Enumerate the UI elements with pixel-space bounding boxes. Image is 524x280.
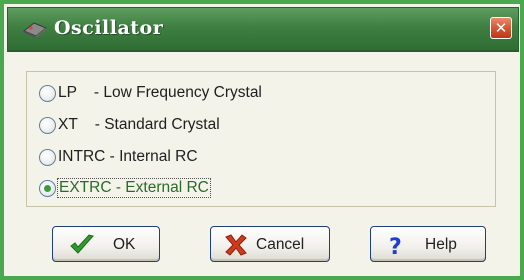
option-xt[interactable]: XT - Standard Crystal — [39, 112, 220, 138]
cancel-button-label: Cancel — [256, 236, 305, 253]
chip-icon — [23, 22, 47, 38]
radio-intrc[interactable] — [39, 148, 56, 166]
help-button[interactable]: ? Help — [370, 226, 486, 262]
radio-xt[interactable] — [39, 116, 56, 134]
window-title: Oscillator — [54, 17, 164, 39]
option-lp[interactable]: LP - Low Frequency Crystal — [39, 80, 262, 106]
option-intrc[interactable]: INTRC - Internal RC — [39, 144, 198, 170]
option-lp-label: LP - Low Frequency Crystal — [58, 84, 262, 101]
checkmark-icon — [70, 234, 94, 254]
option-extrc-label: EXTRC - External RC — [57, 178, 211, 198]
close-icon: ✕ — [494, 19, 508, 37]
radio-extrc[interactable] — [39, 179, 56, 197]
ok-button[interactable]: OK — [52, 226, 160, 262]
oscillator-options-group: LP - Low Frequency Crystal XT - Standard… — [26, 71, 496, 207]
svg-text:?: ? — [389, 235, 402, 257]
radio-lp[interactable] — [39, 84, 56, 102]
question-mark-icon: ? — [389, 235, 402, 257]
option-xt-label: XT - Standard Crystal — [58, 116, 220, 133]
option-extrc[interactable]: EXTRC - External RC — [39, 175, 211, 201]
ok-button-label: OK — [113, 236, 136, 253]
help-button-label: Help — [425, 236, 457, 253]
x-mark-icon — [225, 234, 247, 256]
cancel-button[interactable]: Cancel — [210, 226, 330, 262]
close-button[interactable]: ✕ — [490, 17, 512, 39]
title-bar[interactable]: Oscillator ✕ — [7, 7, 519, 52]
option-intrc-label: INTRC - Internal RC — [58, 148, 198, 165]
dialog-window: Oscillator ✕ LP - Low Frequency Crystal … — [0, 0, 524, 280]
